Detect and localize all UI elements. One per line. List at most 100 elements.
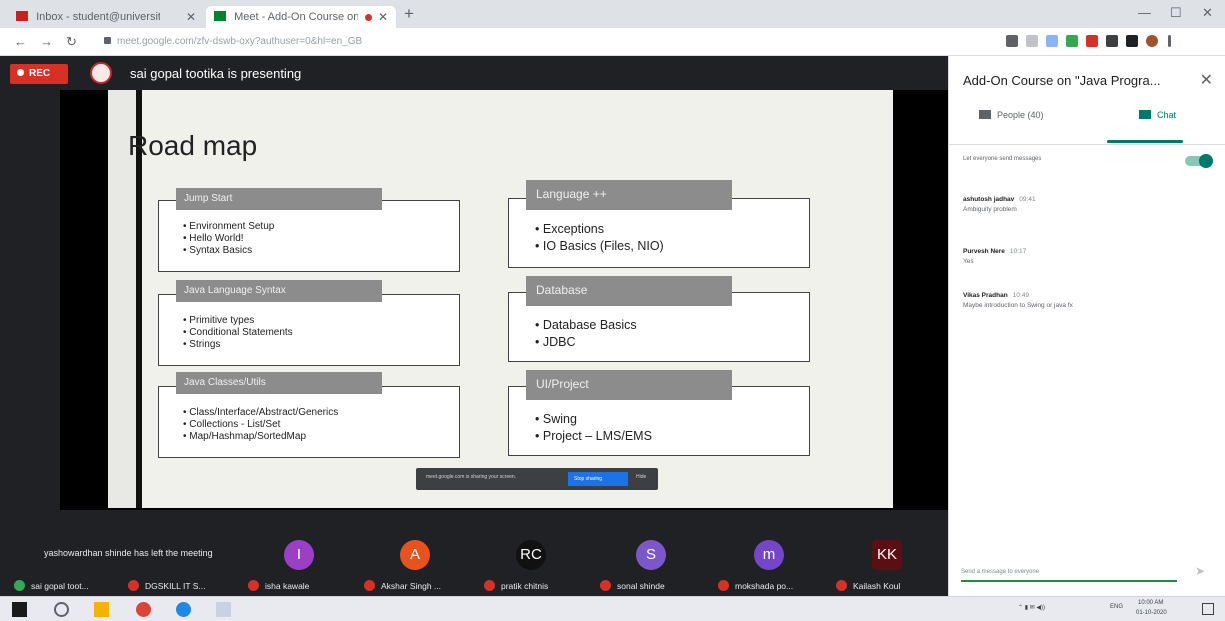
tile-initial: A xyxy=(409,546,420,563)
chrome-icon[interactable] xyxy=(136,602,151,617)
grid-extension-icon[interactable] xyxy=(1106,35,1118,47)
tab-chat[interactable]: Chat xyxy=(1139,110,1176,140)
presenter-header: REC sai gopal tootika is presenting xyxy=(0,56,948,90)
close-window-button[interactable]: ✕ xyxy=(1202,5,1213,21)
list-item: Conditional Statements xyxy=(183,327,292,339)
clock-date[interactable]: 01-10-2020 xyxy=(1136,610,1167,616)
chat-message-input[interactable]: Send a message to everyone xyxy=(961,566,1177,582)
left-meeting-notice: yashowardhan shinde has left the meeting xyxy=(44,548,213,558)
participant-tile: m xyxy=(754,540,784,570)
tray-icons[interactable]: ⌃ ▮ ✉ ◀)) xyxy=(1018,604,1045,611)
message-text: Yes xyxy=(963,258,974,265)
chat-tab-label: Chat xyxy=(1157,110,1177,120)
mail-icon xyxy=(16,11,28,21)
new-tab-button[interactable]: + xyxy=(404,4,414,24)
send-icon[interactable]: ➤ xyxy=(1195,564,1205,578)
list-item: Project – LMS/EMS xyxy=(535,428,652,445)
screen-share-notice: meet.google.com is sharing your screen. … xyxy=(416,468,658,490)
edge-icon[interactable] xyxy=(176,602,191,617)
participant-name[interactable]: Akshar Singh ... xyxy=(364,580,441,591)
extension-icon[interactable] xyxy=(1046,35,1058,47)
back-button[interactable]: ← xyxy=(14,34,27,49)
close-tab-icon[interactable]: ✕ xyxy=(186,10,196,24)
message-time: 09:41 xyxy=(1019,196,1036,203)
participant-name[interactable]: DGSKILL IT S... xyxy=(128,580,205,591)
chat-permission-toggle[interactable] xyxy=(1185,154,1213,168)
record-extension-icon[interactable] xyxy=(1086,35,1098,47)
participant-name[interactable]: Kailash Koul xyxy=(836,580,900,591)
language-plus-list: Exceptions IO Basics (Files, NIO) xyxy=(535,221,664,255)
people-icon xyxy=(979,110,991,119)
people-tab-label: People (40) xyxy=(997,110,1044,120)
participant-name[interactable]: isha kawale xyxy=(248,580,309,591)
participant-tile: S xyxy=(636,540,666,570)
list-item: Swing xyxy=(535,411,652,428)
roadmap-box-java-syntax: Primitive types Conditional Statements S… xyxy=(158,294,460,366)
chat-message: Vikas Pradhan 10:49 Maybe introduction to… xyxy=(963,292,1213,309)
stop-sharing-button[interactable]: Stop sharing xyxy=(568,472,628,486)
rec-label: REC xyxy=(29,68,51,79)
database-list: Database Basics JDBC xyxy=(535,317,637,351)
minimize-button[interactable]: — xyxy=(1138,5,1151,20)
recording-dot-icon xyxy=(365,14,372,21)
mic-off-icon xyxy=(484,580,495,591)
profile-avatar[interactable] xyxy=(1146,35,1158,47)
tab-people[interactable]: People (40) xyxy=(979,110,1044,140)
participant-name[interactable]: sai gopal toot... xyxy=(14,580,89,591)
windows-start-icon[interactable] xyxy=(12,602,27,617)
list-item: Strings xyxy=(183,339,293,351)
chat-icon xyxy=(1139,110,1151,119)
presenter-avatar xyxy=(90,62,112,84)
box-heading: Java Language Syntax xyxy=(176,280,382,302)
clock-time[interactable]: 10:00 AM xyxy=(1138,600,1163,606)
pin-extension-icon[interactable] xyxy=(1126,35,1138,47)
language-indicator[interactable]: ENG xyxy=(1110,604,1123,610)
url-field[interactable]: meet.google.com/zfv-dswb-oxy?authuser=0&… xyxy=(96,32,956,52)
participant-name[interactable]: mokshada po... xyxy=(718,580,793,591)
box-heading: Jump Start xyxy=(176,188,382,210)
list-item: Collections - List/Set xyxy=(183,419,338,431)
tile-initial: S xyxy=(645,546,656,563)
hide-button[interactable]: Hide xyxy=(636,474,646,480)
forward-button[interactable]: → xyxy=(40,34,53,49)
roadmap-box-java-classes: Class/Interface/Abstract/Generics Collec… xyxy=(158,386,460,458)
reload-button[interactable]: ↻ xyxy=(66,34,77,50)
file-explorer-icon[interactable] xyxy=(94,602,109,617)
mic-off-icon xyxy=(836,580,847,591)
notifications-icon[interactable] xyxy=(1202,603,1214,615)
check-extension-icon[interactable] xyxy=(1066,35,1078,47)
toggle-knob xyxy=(1199,154,1213,168)
meeting-stage: REC sai gopal tootika is presenting Road… xyxy=(0,56,948,596)
maximize-button[interactable]: ☐ xyxy=(1170,5,1182,21)
chat-permission-label: Let everyone send messages xyxy=(963,156,1042,162)
participant-strip: yashowardhan shinde has left the meeting… xyxy=(0,510,948,596)
close-panel-button[interactable]: ✕ xyxy=(1200,70,1213,90)
tab-inbox-title: Inbox - student@university.edu.in xyxy=(36,11,161,23)
list-item: Primitive types xyxy=(183,315,293,327)
star-icon[interactable] xyxy=(1026,35,1038,47)
mic-off-icon xyxy=(364,580,375,591)
slide-title: Road map xyxy=(128,130,258,161)
participant-name[interactable]: pratik chitnis xyxy=(484,580,548,591)
address-bar: ← → ↻ meet.google.com/zfv-dswb-oxy?authu… xyxy=(0,28,1225,56)
panel-title: Add-On Course on "Java Progra... xyxy=(963,73,1161,88)
tab-meet[interactable]: Meet - Add-On Course on ✕ xyxy=(206,6,396,28)
chat-message: Purvesh Nere 10:17 Yes xyxy=(963,248,1213,265)
active-tab-indicator xyxy=(1107,140,1183,143)
menu-icon[interactable] xyxy=(1168,35,1171,47)
message-text: Ambiguity problem xyxy=(963,206,1017,213)
box-heading: UI/Project xyxy=(526,370,732,400)
recording-badge: REC xyxy=(10,64,68,84)
presenting-text: sai gopal tootika is presenting xyxy=(130,66,302,81)
participant-name[interactable]: sonal shinde xyxy=(600,580,665,591)
lock-icon xyxy=(104,37,111,44)
close-tab-icon[interactable]: ✕ xyxy=(378,10,388,24)
paint-icon[interactable] xyxy=(216,602,231,617)
key-icon[interactable] xyxy=(1006,35,1018,47)
tab-inbox[interactable]: Inbox - student@university.edu.in ✕ xyxy=(8,6,204,28)
participant-tile: I xyxy=(284,540,314,570)
tile-initial: RC xyxy=(520,546,542,563)
browser-tab-strip: Inbox - student@university.edu.in ✕ Meet… xyxy=(0,0,1225,28)
search-icon[interactable] xyxy=(54,602,69,617)
list-item: Database Basics xyxy=(535,317,637,334)
